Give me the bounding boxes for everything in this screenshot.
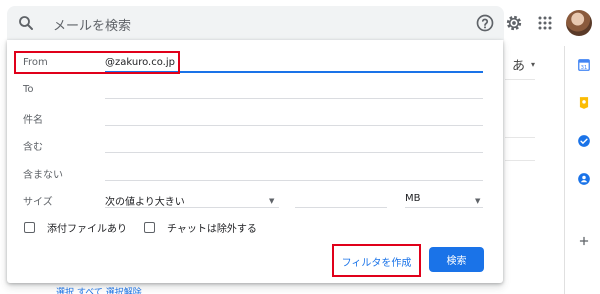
has-attachment-label: 添付ファイルあり	[47, 224, 127, 235]
create-filter-button[interactable]: フィルタを作成	[336, 249, 417, 273]
chevron-down-icon: ▼	[475, 197, 481, 205]
size-unit-underline	[405, 207, 483, 208]
size-label: サイズ	[23, 197, 53, 208]
keep-icon[interactable]	[577, 96, 591, 110]
search-bar[interactable]: メールを検索	[7, 6, 504, 40]
subject-field[interactable]	[105, 125, 483, 126]
search-input[interactable]: メールを検索	[53, 15, 131, 34]
to-field[interactable]	[105, 98, 483, 99]
highlight-box-from	[14, 51, 180, 74]
divider	[505, 137, 535, 138]
size-comparator-underline	[105, 207, 279, 208]
input-tools-label[interactable]: あ	[512, 55, 525, 74]
subject-label: 件名	[23, 115, 43, 126]
search-button[interactable]: 検索	[429, 247, 484, 272]
exclude-chats-checkbox[interactable]	[144, 222, 155, 233]
chevron-down-icon: ▾	[531, 60, 536, 69]
has-words-field[interactable]	[105, 152, 483, 153]
side-panel: 31	[564, 46, 600, 294]
size-unit-select[interactable]: MB	[405, 193, 421, 204]
doesnt-have-label: 含まない	[23, 170, 63, 181]
size-value-underline	[295, 207, 387, 208]
has-attachment-checkbox[interactable]	[24, 222, 35, 233]
svg-text:31: 31	[581, 65, 588, 71]
to-label: To	[23, 84, 34, 95]
select-links[interactable]: 選択 すべて 選択解除	[56, 285, 142, 294]
exclude-chats-label: チャットは除外する	[167, 224, 257, 235]
search-options-panel: From @zakuro.co.jp To 件名 含む 含まない サイズ 次の値…	[7, 40, 503, 283]
gear-icon[interactable]	[504, 13, 524, 33]
chevron-down-icon: ▼	[269, 197, 275, 205]
divider	[505, 79, 535, 80]
doesnt-have-field[interactable]	[105, 180, 483, 181]
divider	[505, 160, 535, 161]
size-comparator-select[interactable]: 次の値より大きい	[105, 193, 185, 208]
help-circle-icon[interactable]	[475, 13, 495, 33]
calendar-icon[interactable]: 31	[577, 58, 591, 72]
contacts-icon[interactable]	[577, 172, 591, 186]
has-words-label: 含む	[23, 142, 43, 153]
apps-grid-icon[interactable]	[535, 13, 555, 33]
add-icon[interactable]	[577, 234, 591, 248]
tasks-icon[interactable]	[577, 134, 591, 148]
search-icon[interactable]	[17, 14, 35, 32]
avatar[interactable]	[566, 10, 592, 36]
